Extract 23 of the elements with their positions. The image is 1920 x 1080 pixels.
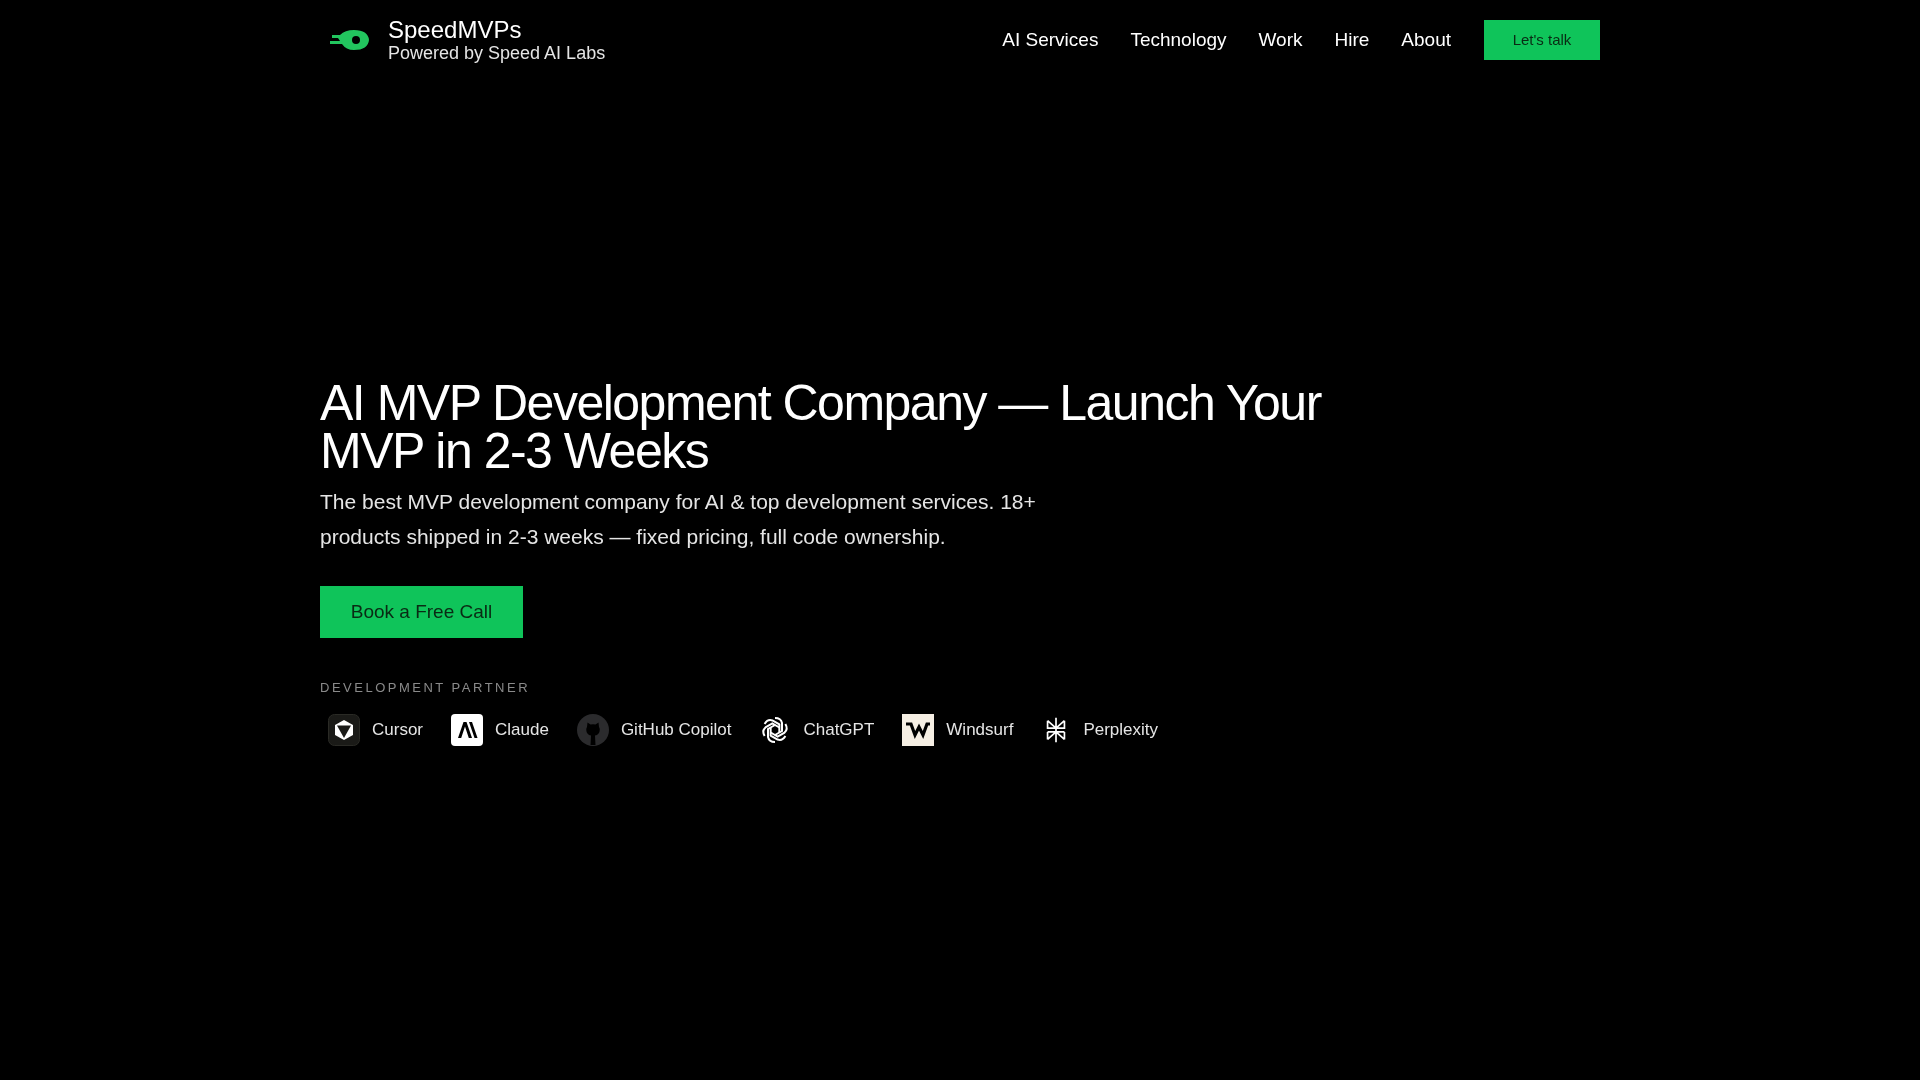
- book-call-button[interactable]: Book a Free Call: [320, 586, 523, 638]
- nav-link[interactable]: Technology: [1130, 25, 1227, 55]
- logo-icon: [451, 713, 483, 746]
- brand-tagline: Powered by Speed AI Labs: [388, 43, 606, 65]
- nav-link[interactable]: Hire: [1334, 25, 1370, 55]
- hero-title: AI MVP Development Company — Launch Your MVP in 2-3 Weeks: [320, 379, 1323, 475]
- github-icon: [576, 713, 609, 746]
- logo-icon[interactable]: [328, 27, 372, 53]
- partners-label: DEVELOPMENT PARTNER: [320, 679, 532, 697]
- wave-icon: [902, 713, 935, 746]
- partner-name: Windsurf: [946, 718, 1014, 741]
- brand-name[interactable]: SpeedMVPs: [388, 15, 606, 44]
- hero-subtitle: The best MVP development company for AI & top development services. 18+ products shipped in 2-3 weeks — fixed pricing, full code ownership.: [320, 489, 1037, 550]
- nav-link[interactable]: AI Services: [1002, 25, 1099, 55]
- partner-name: ChatGPT: [803, 718, 875, 741]
- partner-name: Cursor: [372, 718, 423, 741]
- partner-name: Claude: [495, 718, 549, 741]
- nav-link[interactable]: Work: [1258, 25, 1303, 55]
- lets-talk-button[interactable]: Let's talk: [1484, 20, 1600, 60]
- partner-name: GitHub Copilot: [620, 718, 732, 741]
- nav-link[interactable]: About: [1401, 25, 1451, 55]
- cube-icon: [328, 713, 360, 746]
- partner-name: Perplexity: [1083, 718, 1159, 741]
